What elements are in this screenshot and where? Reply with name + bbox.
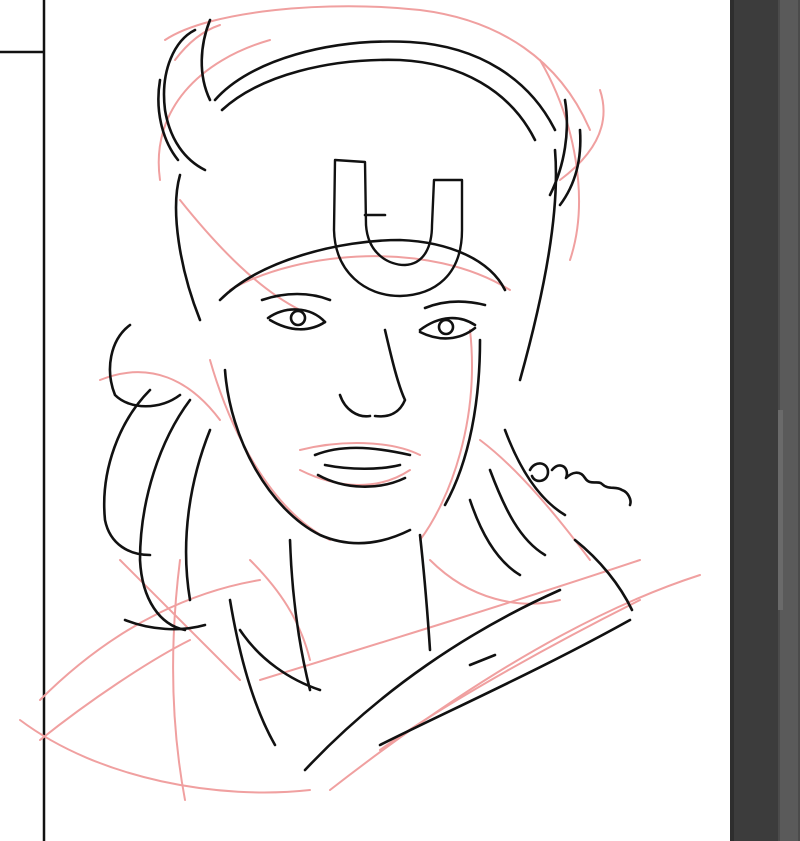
rough-sketch-layer — [19, 5, 701, 801]
drawing-canvas[interactable] — [0, 0, 730, 841]
scrollbar-indicator — [778, 410, 783, 610]
ink-line-layer — [102, 18, 634, 772]
frame-border-lines — [0, 0, 46, 841]
portrait-artwork — [0, 0, 701, 841]
right-side-panel — [730, 0, 800, 841]
panel-divider — [730, 0, 734, 841]
